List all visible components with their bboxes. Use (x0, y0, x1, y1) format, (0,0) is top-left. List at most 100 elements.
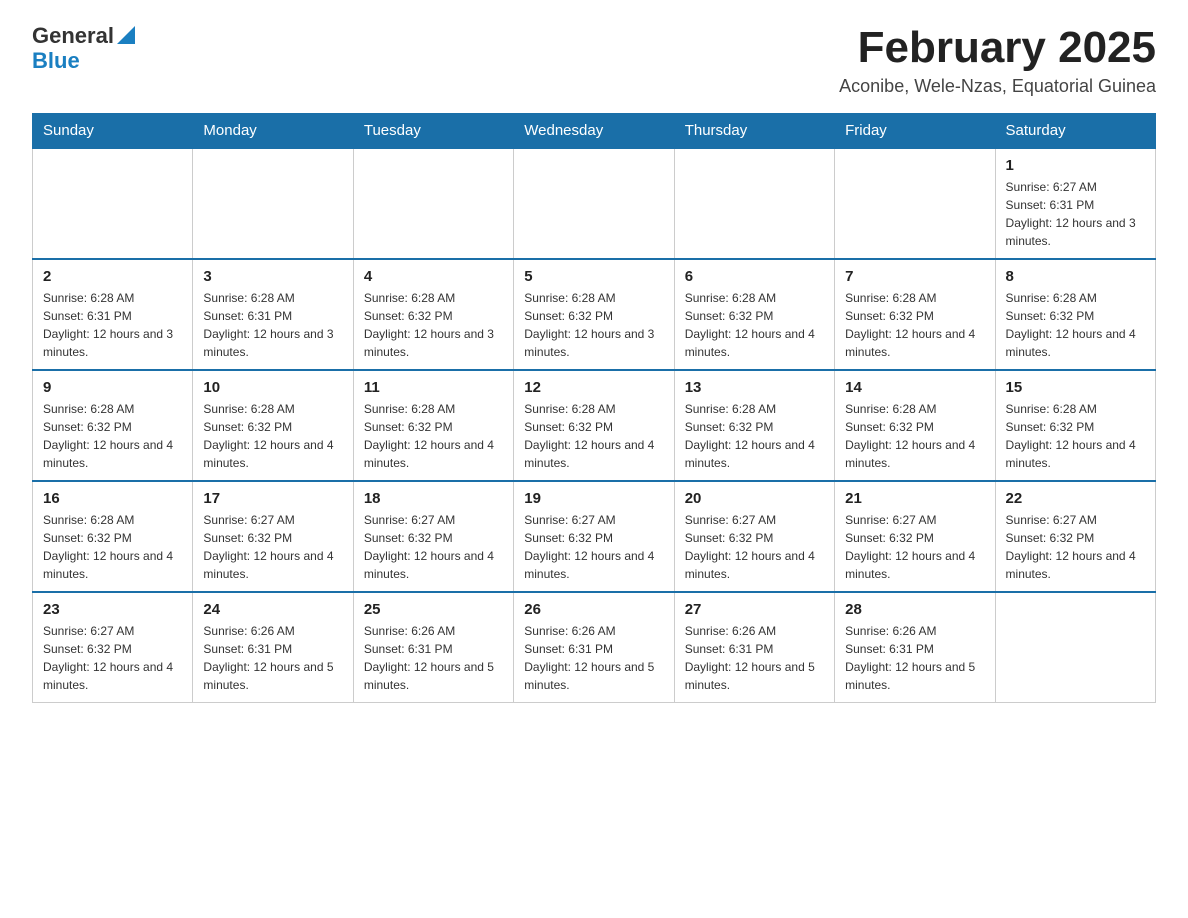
calendar-cell: 28 Sunrise: 6:26 AMSunset: 6:31 PMDayligh… (835, 592, 995, 703)
calendar-week-row: 1 Sunrise: 6:27 AMSunset: 6:31 PMDaylight… (33, 148, 1156, 259)
calendar-week-row: 2Sunrise: 6:28 AMSunset: 6:31 PMDaylight… (33, 259, 1156, 370)
weekday-header-row: SundayMondayTuesdayWednesdayThursdayFrid… (33, 114, 1156, 149)
calendar-cell: 7 Sunrise: 6:28 AMSunset: 6:32 PMDaylight… (835, 259, 995, 370)
day-number: 1 (1006, 157, 1145, 174)
calendar-week-row: 23 Sunrise: 6:27 AMSunset: 6:32 PMDayligh… (33, 592, 1156, 703)
day-number: 11 (364, 379, 503, 396)
calendar-title: February 2025 (839, 24, 1156, 72)
day-info: Sunrise: 6:26 AMSunset: 6:31 PMDaylight:… (524, 622, 663, 694)
calendar-cell: 12 Sunrise: 6:28 AMSunset: 6:32 PMDayligh… (514, 370, 674, 481)
calendar-cell: 16 Sunrise: 6:28 AMSunset: 6:32 PMDayligh… (33, 481, 193, 592)
day-number: 26 (524, 601, 663, 618)
weekday-header-monday: Monday (193, 114, 353, 149)
calendar-cell: 27Sunrise: 6:26 AMSunset: 6:31 PMDayligh… (674, 592, 834, 703)
calendar-cell: 18 Sunrise: 6:27 AMSunset: 6:32 PMDayligh… (353, 481, 513, 592)
day-info: Sunrise: 6:28 AMSunset: 6:32 PMDaylight:… (524, 400, 663, 472)
day-info: Sunrise: 6:28 AMSunset: 6:31 PMDaylight:… (203, 289, 342, 361)
day-info: Sunrise: 6:28 AMSunset: 6:32 PMDaylight:… (524, 289, 663, 361)
day-number: 22 (1006, 490, 1145, 507)
day-info: Sunrise: 6:28 AMSunset: 6:32 PMDaylight:… (43, 400, 182, 472)
logo: General Blue (32, 24, 135, 73)
calendar-cell: 6 Sunrise: 6:28 AMSunset: 6:32 PMDaylight… (674, 259, 834, 370)
day-info: Sunrise: 6:27 AMSunset: 6:32 PMDaylight:… (364, 511, 503, 583)
day-info: Sunrise: 6:28 AMSunset: 6:32 PMDaylight:… (1006, 400, 1145, 472)
calendar-cell: 21 Sunrise: 6:27 AMSunset: 6:32 PMDayligh… (835, 481, 995, 592)
day-number: 21 (845, 490, 984, 507)
day-info: Sunrise: 6:27 AMSunset: 6:32 PMDaylight:… (685, 511, 824, 583)
day-info: Sunrise: 6:28 AMSunset: 6:32 PMDaylight:… (685, 400, 824, 472)
day-info: Sunrise: 6:28 AMSunset: 6:32 PMDaylight:… (364, 400, 503, 472)
calendar-body: 1 Sunrise: 6:27 AMSunset: 6:31 PMDaylight… (33, 148, 1156, 703)
calendar-week-row: 16 Sunrise: 6:28 AMSunset: 6:32 PMDayligh… (33, 481, 1156, 592)
day-number: 25 (364, 601, 503, 618)
day-info: Sunrise: 6:28 AMSunset: 6:32 PMDaylight:… (43, 511, 182, 583)
day-number: 28 (845, 601, 984, 618)
day-info: Sunrise: 6:27 AMSunset: 6:32 PMDaylight:… (203, 511, 342, 583)
calendar-header: SundayMondayTuesdayWednesdayThursdayFrid… (33, 114, 1156, 149)
calendar-cell: 4Sunrise: 6:28 AMSunset: 6:32 PMDaylight… (353, 259, 513, 370)
logo-arrow-icon (117, 26, 135, 44)
day-info: Sunrise: 6:26 AMSunset: 6:31 PMDaylight:… (364, 622, 503, 694)
calendar-table: SundayMondayTuesdayWednesdayThursdayFrid… (32, 113, 1156, 703)
calendar-cell (835, 148, 995, 259)
calendar-subtitle: Aconibe, Wele-Nzas, Equatorial Guinea (839, 76, 1156, 97)
day-number: 12 (524, 379, 663, 396)
weekday-header-thursday: Thursday (674, 114, 834, 149)
day-number: 24 (203, 601, 342, 618)
day-info: Sunrise: 6:27 AMSunset: 6:32 PMDaylight:… (43, 622, 182, 694)
day-number: 17 (203, 490, 342, 507)
day-info: Sunrise: 6:28 AMSunset: 6:32 PMDaylight:… (845, 289, 984, 361)
calendar-cell (514, 148, 674, 259)
day-info: Sunrise: 6:26 AMSunset: 6:31 PMDaylight:… (845, 622, 984, 694)
weekday-header-saturday: Saturday (995, 114, 1155, 149)
calendar-cell (674, 148, 834, 259)
day-number: 10 (203, 379, 342, 396)
day-info: Sunrise: 6:28 AMSunset: 6:32 PMDaylight:… (1006, 289, 1145, 361)
calendar-cell (193, 148, 353, 259)
day-number: 27 (685, 601, 824, 618)
weekday-header-wednesday: Wednesday (514, 114, 674, 149)
calendar-cell: 19Sunrise: 6:27 AMSunset: 6:32 PMDayligh… (514, 481, 674, 592)
calendar-cell: 26 Sunrise: 6:26 AMSunset: 6:31 PMDayligh… (514, 592, 674, 703)
day-info: Sunrise: 6:28 AMSunset: 6:32 PMDaylight:… (685, 289, 824, 361)
calendar-cell (995, 592, 1155, 703)
calendar-cell: 1 Sunrise: 6:27 AMSunset: 6:31 PMDaylight… (995, 148, 1155, 259)
day-number: 16 (43, 490, 182, 507)
day-info: Sunrise: 6:28 AMSunset: 6:32 PMDaylight:… (364, 289, 503, 361)
day-number: 14 (845, 379, 984, 396)
calendar-cell: 3 Sunrise: 6:28 AMSunset: 6:31 PMDaylight… (193, 259, 353, 370)
calendar-cell: 11 Sunrise: 6:28 AMSunset: 6:32 PMDayligh… (353, 370, 513, 481)
day-info: Sunrise: 6:28 AMSunset: 6:32 PMDaylight:… (845, 400, 984, 472)
calendar-cell: 23 Sunrise: 6:27 AMSunset: 6:32 PMDayligh… (33, 592, 193, 703)
calendar-cell (353, 148, 513, 259)
day-info: Sunrise: 6:27 AMSunset: 6:32 PMDaylight:… (524, 511, 663, 583)
day-info: Sunrise: 6:28 AMSunset: 6:31 PMDaylight:… (43, 289, 182, 361)
calendar-cell: 14 Sunrise: 6:28 AMSunset: 6:32 PMDayligh… (835, 370, 995, 481)
day-info: Sunrise: 6:27 AMSunset: 6:32 PMDaylight:… (845, 511, 984, 583)
page-header: General Blue February 2025 Aconibe, Wele… (32, 24, 1156, 97)
calendar-cell: 9Sunrise: 6:28 AMSunset: 6:32 PMDaylight… (33, 370, 193, 481)
calendar-cell: 20Sunrise: 6:27 AMSunset: 6:32 PMDayligh… (674, 481, 834, 592)
day-info: Sunrise: 6:27 AMSunset: 6:31 PMDaylight:… (1006, 178, 1145, 250)
day-info: Sunrise: 6:26 AMSunset: 6:31 PMDaylight:… (203, 622, 342, 694)
day-number: 7 (845, 268, 984, 285)
calendar-cell: 5Sunrise: 6:28 AMSunset: 6:32 PMDaylight… (514, 259, 674, 370)
weekday-header-friday: Friday (835, 114, 995, 149)
title-block: February 2025 Aconibe, Wele-Nzas, Equato… (839, 24, 1156, 97)
day-number: 6 (685, 268, 824, 285)
calendar-cell: 22 Sunrise: 6:27 AMSunset: 6:32 PMDayligh… (995, 481, 1155, 592)
calendar-cell (33, 148, 193, 259)
calendar-cell: 24 Sunrise: 6:26 AMSunset: 6:31 PMDayligh… (193, 592, 353, 703)
calendar-cell: 25 Sunrise: 6:26 AMSunset: 6:31 PMDayligh… (353, 592, 513, 703)
day-number: 18 (364, 490, 503, 507)
logo-general-text: General (32, 24, 114, 48)
calendar-cell: 2Sunrise: 6:28 AMSunset: 6:31 PMDaylight… (33, 259, 193, 370)
calendar-cell: 13Sunrise: 6:28 AMSunset: 6:32 PMDayligh… (674, 370, 834, 481)
weekday-header-tuesday: Tuesday (353, 114, 513, 149)
calendar-cell: 15 Sunrise: 6:28 AMSunset: 6:32 PMDayligh… (995, 370, 1155, 481)
day-number: 15 (1006, 379, 1145, 396)
day-number: 23 (43, 601, 182, 618)
day-info: Sunrise: 6:27 AMSunset: 6:32 PMDaylight:… (1006, 511, 1145, 583)
day-number: 3 (203, 268, 342, 285)
day-info: Sunrise: 6:28 AMSunset: 6:32 PMDaylight:… (203, 400, 342, 472)
